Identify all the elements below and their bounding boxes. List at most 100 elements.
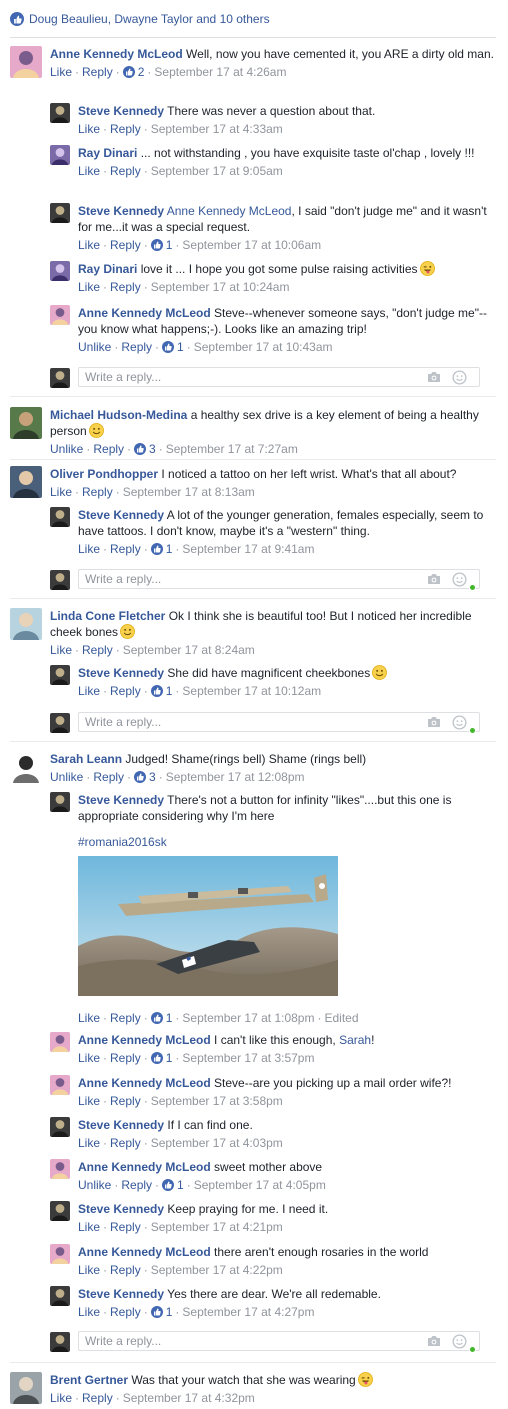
timestamp[interactable]: September 17 at 10:06am <box>182 238 321 252</box>
reply-input[interactable] <box>85 715 385 729</box>
timestamp[interactable]: September 17 at 8:13am <box>123 485 255 499</box>
like-button[interactable]: Like <box>78 1220 100 1234</box>
avatar[interactable] <box>10 608 42 640</box>
mention-link[interactable]: Sarah <box>339 1033 371 1047</box>
reply-button[interactable]: Reply <box>110 122 141 136</box>
commenter-name[interactable]: Steve Kennedy <box>78 1202 164 1216</box>
reply-button[interactable]: Reply <box>82 1391 113 1405</box>
avatar[interactable] <box>50 507 70 527</box>
unlike-button[interactable]: Unlike <box>50 770 83 784</box>
avatar[interactable] <box>50 103 70 123</box>
reply-button[interactable]: Reply <box>82 485 113 499</box>
timestamp[interactable]: September 17 at 4:03pm <box>151 1136 283 1150</box>
commenter-name[interactable]: Anne Kennedy McLeod <box>78 1160 211 1174</box>
like-button[interactable]: Like <box>50 65 72 79</box>
avatar[interactable] <box>10 46 42 78</box>
like-button[interactable]: Like <box>78 122 100 136</box>
like-count[interactable]: 3 <box>134 441 156 457</box>
commenter-name[interactable]: Steve Kennedy <box>78 1287 164 1301</box>
hashtag-link[interactable]: #romania2016sk <box>78 834 496 850</box>
reply-box[interactable] <box>78 367 480 387</box>
avatar[interactable] <box>50 1286 70 1306</box>
reply-button[interactable]: Reply <box>110 1263 141 1277</box>
emoji-picker-icon[interactable] <box>452 370 467 385</box>
avatar[interactable] <box>50 1244 70 1264</box>
like-count[interactable]: 1 <box>162 339 184 355</box>
unlike-button[interactable]: Unlike <box>50 442 83 456</box>
reply-button[interactable]: Reply <box>110 542 141 556</box>
commenter-name[interactable]: Ray Dinari <box>78 146 137 160</box>
like-count[interactable]: 1 <box>150 1304 172 1320</box>
avatar[interactable] <box>50 1159 70 1179</box>
reply-button[interactable]: Reply <box>110 164 141 178</box>
timestamp[interactable]: September 17 at 4:27pm <box>182 1305 314 1319</box>
reply-button[interactable]: Reply <box>121 1178 152 1192</box>
avatar[interactable] <box>50 792 70 812</box>
reply-button[interactable]: Reply <box>110 1011 141 1025</box>
commenter-name[interactable]: Anne Kennedy McLeod <box>78 1076 211 1090</box>
reply-button[interactable]: Reply <box>110 280 141 294</box>
reply-box[interactable] <box>78 569 480 591</box>
like-count[interactable]: 2 <box>122 64 144 80</box>
timestamp[interactable]: September 17 at 4:33am <box>151 122 283 136</box>
commenter-name[interactable]: Oliver Pondhopper <box>50 467 158 481</box>
timestamp[interactable]: September 17 at 1:08pm <box>182 1011 314 1025</box>
reply-button[interactable]: Reply <box>93 770 124 784</box>
avatar[interactable] <box>50 305 70 325</box>
timestamp[interactable]: September 17 at 3:58pm <box>151 1094 283 1108</box>
commenter-name[interactable]: Steve Kennedy <box>78 666 164 680</box>
avatar[interactable] <box>10 1372 42 1404</box>
mention-link[interactable]: Anne Kennedy McLeod <box>167 204 292 218</box>
like-button[interactable]: Like <box>78 280 100 294</box>
reply-button[interactable]: Reply <box>110 1305 141 1319</box>
avatar[interactable] <box>10 466 42 498</box>
likers-text[interactable]: Doug Beaulieu, Dwayne Taylor and 10 othe… <box>29 12 270 26</box>
like-button[interactable]: Like <box>78 684 100 698</box>
reply-box[interactable] <box>78 1331 480 1353</box>
like-button[interactable]: Like <box>50 1391 72 1405</box>
reply-button[interactable]: Reply <box>93 442 124 456</box>
reply-button[interactable]: Reply <box>82 643 113 657</box>
timestamp[interactable]: September 17 at 4:32pm <box>123 1391 255 1405</box>
like-button[interactable]: Like <box>78 1305 100 1319</box>
like-button[interactable]: Like <box>78 1051 100 1065</box>
commenter-name[interactable]: Sarah Leann <box>50 752 122 766</box>
camera-icon[interactable] <box>427 1335 441 1347</box>
like-button[interactable]: Like <box>78 542 100 556</box>
like-button[interactable]: Like <box>78 1011 100 1025</box>
emoji-picker-icon[interactable] <box>452 715 467 730</box>
timestamp[interactable]: September 17 at 10:24am <box>151 280 290 294</box>
like-button[interactable]: Like <box>78 1094 100 1108</box>
like-button[interactable]: Like <box>78 1263 100 1277</box>
timestamp[interactable]: September 17 at 9:05am <box>151 164 283 178</box>
reply-button[interactable]: Reply <box>110 1094 141 1108</box>
like-count[interactable]: 1 <box>162 1177 184 1193</box>
commenter-name[interactable]: Steve Kennedy <box>78 793 164 807</box>
like-count[interactable]: 3 <box>134 769 156 785</box>
like-count[interactable]: 1 <box>150 683 172 699</box>
avatar[interactable] <box>10 751 42 783</box>
reply-button[interactable]: Reply <box>110 238 141 252</box>
like-count[interactable]: 1 <box>150 541 172 557</box>
commenter-name[interactable]: Steve Kennedy <box>78 204 164 218</box>
camera-icon[interactable] <box>427 716 441 728</box>
commenter-name[interactable]: Linda Cone Fletcher <box>50 609 165 623</box>
timestamp[interactable]: September 17 at 8:24am <box>123 643 255 657</box>
avatar[interactable] <box>50 203 70 223</box>
timestamp[interactable]: September 17 at 7:27am <box>166 442 298 456</box>
likers-summary[interactable]: Doug Beaulieu, Dwayne Taylor and 10 othe… <box>10 10 270 28</box>
like-count[interactable]: 1 <box>150 1010 172 1026</box>
like-button[interactable]: Like <box>50 643 72 657</box>
edited-label[interactable]: Edited <box>324 1011 358 1025</box>
timestamp[interactable]: September 17 at 3:57pm <box>182 1051 314 1065</box>
reply-button[interactable]: Reply <box>110 1220 141 1234</box>
avatar[interactable] <box>50 1032 70 1052</box>
timestamp[interactable]: September 17 at 4:05pm <box>194 1178 326 1192</box>
timestamp[interactable]: September 17 at 4:21pm <box>151 1220 283 1234</box>
avatar[interactable] <box>50 1201 70 1221</box>
avatar[interactable] <box>50 1075 70 1095</box>
commenter-name[interactable]: Anne Kennedy McLeod <box>50 47 183 61</box>
emoji-picker-icon[interactable] <box>452 1334 467 1349</box>
timestamp[interactable]: September 17 at 4:26am <box>154 65 286 79</box>
commenter-name[interactable]: Anne Kennedy McLeod <box>78 306 211 320</box>
